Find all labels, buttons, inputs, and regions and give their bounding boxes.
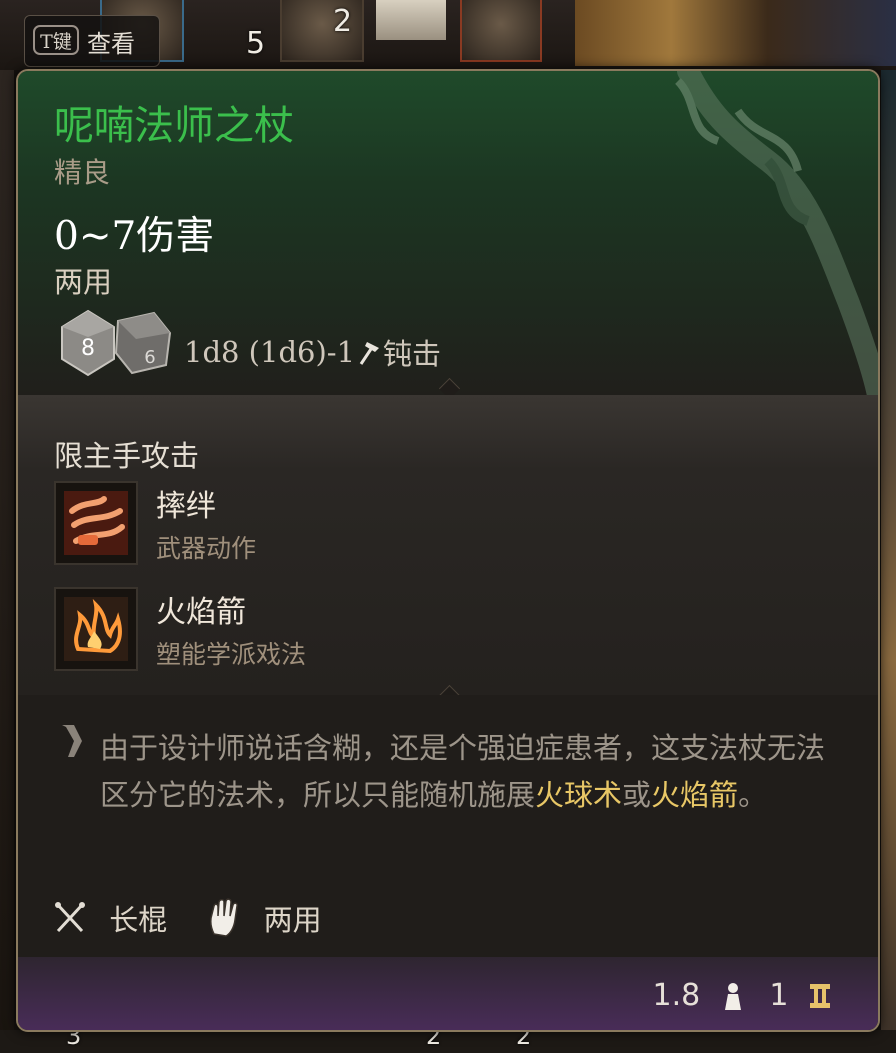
weapon-properties: 长棍 两用 (54, 897, 322, 939)
damage-dice-formula: 1d8 (1d6)-1 (184, 335, 356, 369)
trip-icon (54, 481, 138, 565)
action-name: 摔绊 (156, 489, 216, 524)
action-name: 火焰箭 (156, 595, 246, 630)
weapon-type: 长棍 (109, 903, 168, 937)
action-trip[interactable]: 摔绊 武器动作 (54, 481, 754, 567)
item-tooltip: 呢喃法师之杖 精良 0~7伤害 两用 8 6 1d8 (1d6)-1 钝击 限主… (16, 69, 880, 1032)
hotbar-slot[interactable] (460, 0, 542, 62)
item-description: 由于设计师说话含糊，还是个强迫症患者，这支法杖无法区分它的法术，所以只能随机施展… (100, 725, 850, 819)
attack-restriction: 限主手攻击 (54, 439, 200, 473)
handedness: 两用 (54, 265, 113, 299)
right-background (881, 70, 896, 1053)
keyboard-key-icon: T键 (33, 25, 79, 55)
item-value: 1 (769, 978, 789, 1013)
action-type: 塑能学派戏法 (156, 640, 307, 669)
item-weight: 1.8 (652, 978, 701, 1013)
character-portrait[interactable] (575, 0, 896, 66)
spell-link-fireball[interactable]: 火球术 (535, 778, 622, 812)
dice-icon: 8 6 (61, 309, 172, 377)
hotbar-slot[interactable] (376, 0, 446, 40)
item-name: 呢喃法师之杖 (54, 103, 294, 149)
item-stats: 1.8 1 (653, 977, 832, 1013)
item-rarity: 精良 (54, 156, 111, 189)
slot-count: 2 (333, 4, 353, 39)
action-fire-bolt[interactable]: 火焰箭 塑能学派戏法 (54, 587, 754, 673)
spell-link-fire-bolt[interactable]: 火焰箭 (651, 778, 738, 812)
hand-icon (210, 898, 239, 937)
description-text: 。 (738, 778, 768, 812)
hammer-icon (359, 342, 380, 365)
description-text: 或 (622, 778, 652, 812)
slot-count: 5 (246, 26, 266, 61)
left-background (0, 70, 14, 1053)
bottom-hotbar: 3 2 2 (0, 1022, 896, 1053)
weapon-property: 两用 (263, 903, 322, 937)
fire-bolt-icon (54, 587, 138, 671)
quill-icon (62, 725, 82, 757)
staff-illustration-icon (674, 71, 878, 395)
gold-coin-icon (810, 983, 830, 1008)
damage-type: 钝击 (383, 337, 442, 371)
svg-text:6: 6 (144, 347, 155, 368)
crossed-staves-icon (55, 902, 85, 933)
damage-range: 0~7伤害 (54, 214, 215, 259)
examine-hint[interactable]: T键 查看 (24, 15, 160, 67)
weight-icon (724, 982, 741, 1010)
svg-text:8: 8 (81, 336, 95, 361)
action-type: 武器动作 (156, 534, 257, 563)
examine-label: 查看 (87, 30, 135, 58)
damage-roll: 1d8 (1d6)-1 钝击 (184, 331, 441, 373)
